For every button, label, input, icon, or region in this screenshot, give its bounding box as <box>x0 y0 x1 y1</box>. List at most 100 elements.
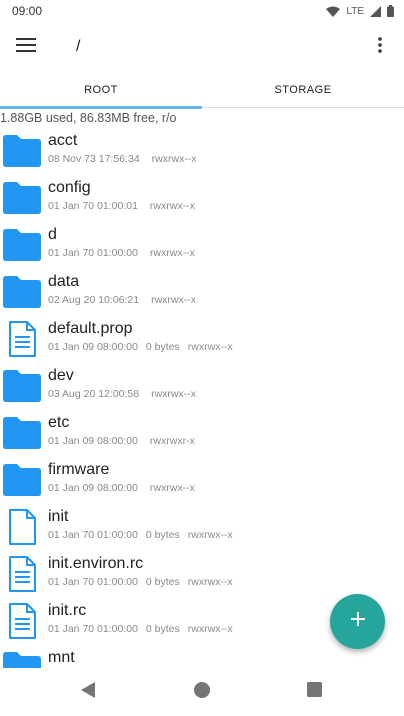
more-vert-icon <box>378 36 382 58</box>
file-list[interactable]: acct 08 Nov 73 17:56:34 rwxrwx--x config 01 … <box>0 128 404 668</box>
file-name: dev <box>48 367 74 384</box>
file-row[interactable]: firmware 01 Jan 09 08:00:00 rwxrwx--x <box>0 457 404 504</box>
folder-icon <box>2 413 42 453</box>
file-meta: 01 Jan 70 01:00:00 0 bytes rwxrwx--x <box>48 576 233 588</box>
file-text: firmware 01 Jan 09 08:00:00 rwxrwx--x <box>48 461 195 494</box>
menu-button[interactable] <box>2 24 50 70</box>
current-path[interactable]: / <box>76 38 80 56</box>
file-row[interactable]: etc 01 Jan 09 08:00:00 rwxrwxr-x <box>0 410 404 457</box>
file-meta: 01 Jan 70 01:00:00 rwxrwx--x <box>48 247 195 259</box>
signal-icon <box>370 5 381 17</box>
file-name: d <box>48 226 57 243</box>
tab-root[interactable]: ROOT <box>0 72 202 108</box>
system-nav-bar <box>0 668 404 716</box>
file-row[interactable]: data 02 Aug 20 10:06:21 rwxrwx--x <box>0 269 404 316</box>
file-meta: 01 Jan 09 08:00:00 0 bytes rwxrwx--x <box>48 341 233 353</box>
file-date: 02 Aug 20 10:06:21 <box>48 294 140 306</box>
file-date: 01 Jan 70 01:00:00 <box>48 623 138 635</box>
back-icon <box>81 681 95 703</box>
file-name: init.environ.rc <box>48 555 144 572</box>
file-icon <box>2 507 42 547</box>
overflow-menu-button[interactable] <box>362 24 398 70</box>
file-meta: 01 Jan 70 01:00:00 0 bytes rwxrwx--x <box>48 529 233 541</box>
storage-info: 1.88GB used, 86.83MB free, r/o <box>0 111 177 125</box>
file-date: 01 Jan 70 01:00:00 <box>48 247 138 259</box>
status-icons: LTE <box>326 5 394 17</box>
file-date: 01 Jan 09 08:00:00 <box>48 482 138 494</box>
file-meta: 02 Aug 20 10:06:21 rwxrwx--x <box>48 294 196 306</box>
network-type-label: LTE <box>346 5 364 17</box>
file-permissions: rwxrwx--x <box>149 482 195 494</box>
file-row[interactable]: init 01 Jan 70 01:00:00 0 bytes rwxrwx--x <box>0 504 404 551</box>
file-date: 01 Jan 70 01:00:00 <box>48 576 138 588</box>
text-file-icon <box>2 554 42 594</box>
file-row[interactable]: acct 08 Nov 73 17:56:34 rwxrwx--x <box>0 128 404 175</box>
file-name: config <box>48 179 91 196</box>
file-text: default.prop 01 Jan 09 08:00:00 0 bytes rwx… <box>48 320 233 353</box>
file-name: data <box>48 273 80 290</box>
file-permissions: rwxrwx--x <box>187 623 233 635</box>
battery-icon <box>387 5 394 17</box>
file-meta: 01 Jan 09 08:00:00 rwxrwx--x <box>48 482 195 494</box>
folder-icon <box>2 648 42 668</box>
file-date: 01 Jan 70 01:00:01 <box>48 200 138 212</box>
file-name: init.rc <box>48 602 87 619</box>
app-bar: / <box>0 24 404 70</box>
status-bar: 09:00 LTE <box>0 0 404 22</box>
file-meta: 01 Jan 70 01:00:01 rwxrwx--x <box>48 200 195 212</box>
file-text: dev 03 Aug 20 12:00:58 rwxrwx--x <box>48 367 196 400</box>
file-text: data 02 Aug 20 10:06:21 rwxrwx--x <box>48 273 196 306</box>
file-permissions: rwxrwx--x <box>151 294 196 306</box>
file-name: default.prop <box>48 320 133 337</box>
text-file-icon <box>2 601 42 641</box>
folder-icon <box>2 460 42 500</box>
file-date: 01 Jan 09 08:00:00 <box>48 341 138 353</box>
file-row[interactable]: dev 03 Aug 20 12:00:58 rwxrwx--x <box>0 363 404 410</box>
file-row[interactable]: mnt <box>0 645 404 668</box>
text-file-icon <box>2 319 42 359</box>
file-permissions: rwxrwx--x <box>149 200 195 212</box>
file-meta: 08 Nov 73 17:56:34 rwxrwx--x <box>48 153 197 165</box>
back-button[interactable] <box>76 680 100 704</box>
file-permissions: rwxrwx--x <box>187 341 233 353</box>
file-text: mnt <box>48 649 75 667</box>
file-date: 08 Nov 73 17:56:34 <box>48 153 140 165</box>
file-meta: 03 Aug 20 12:00:58 rwxrwx--x <box>48 388 196 400</box>
file-row[interactable]: config 01 Jan 70 01:00:01 rwxrwx--x <box>0 175 404 222</box>
folder-icon <box>2 131 42 171</box>
file-row[interactable]: d 01 Jan 70 01:00:00 rwxrwx--x <box>0 222 404 269</box>
file-permissions: rwxrwx--x <box>149 247 195 259</box>
file-permissions: rwxrwx--x <box>151 153 197 165</box>
folder-icon <box>2 225 42 265</box>
folder-icon <box>2 178 42 218</box>
home-icon <box>193 681 211 704</box>
file-size: 0 bytes <box>145 529 180 541</box>
file-text: d 01 Jan 70 01:00:00 rwxrwx--x <box>48 226 195 259</box>
file-permissions: rwxrwx--x <box>187 576 233 588</box>
add-fab-button[interactable] <box>330 594 385 649</box>
file-text: init.environ.rc 01 Jan 70 01:00:00 0 bytes… <box>48 555 233 588</box>
file-row[interactable]: default.prop 01 Jan 09 08:00:00 0 bytes rwx… <box>0 316 404 363</box>
file-size: 0 bytes <box>145 341 180 353</box>
file-text: etc 01 Jan 09 08:00:00 rwxrwxr-x <box>48 414 195 447</box>
file-text: acct 08 Nov 73 17:56:34 rwxrwx--x <box>48 132 197 165</box>
status-time: 09:00 <box>12 4 43 18</box>
file-row[interactable]: init.environ.rc 01 Jan 70 01:00:00 0 bytes… <box>0 551 404 598</box>
file-text: init 01 Jan 70 01:00:00 0 bytes rwxrwx--x <box>48 508 233 541</box>
file-name: etc <box>48 414 70 431</box>
tab-bar: ROOT STORAGE <box>0 72 404 108</box>
recents-button[interactable] <box>302 680 326 704</box>
file-name: firmware <box>48 461 110 478</box>
wifi-icon <box>326 6 341 17</box>
file-text: config 01 Jan 70 01:00:01 rwxrwx--x <box>48 179 195 212</box>
file-date: 01 Jan 09 08:00:00 <box>48 435 138 447</box>
file-name: acct <box>48 132 78 149</box>
home-button[interactable] <box>190 680 214 704</box>
file-name: mnt <box>48 649 75 666</box>
menu-icon <box>16 37 36 57</box>
recents-icon <box>306 682 322 702</box>
tab-indicator <box>0 106 202 109</box>
tab-storage[interactable]: STORAGE <box>202 72 404 108</box>
folder-icon <box>2 366 42 406</box>
file-permissions: rwxrwxr-x <box>149 435 195 447</box>
